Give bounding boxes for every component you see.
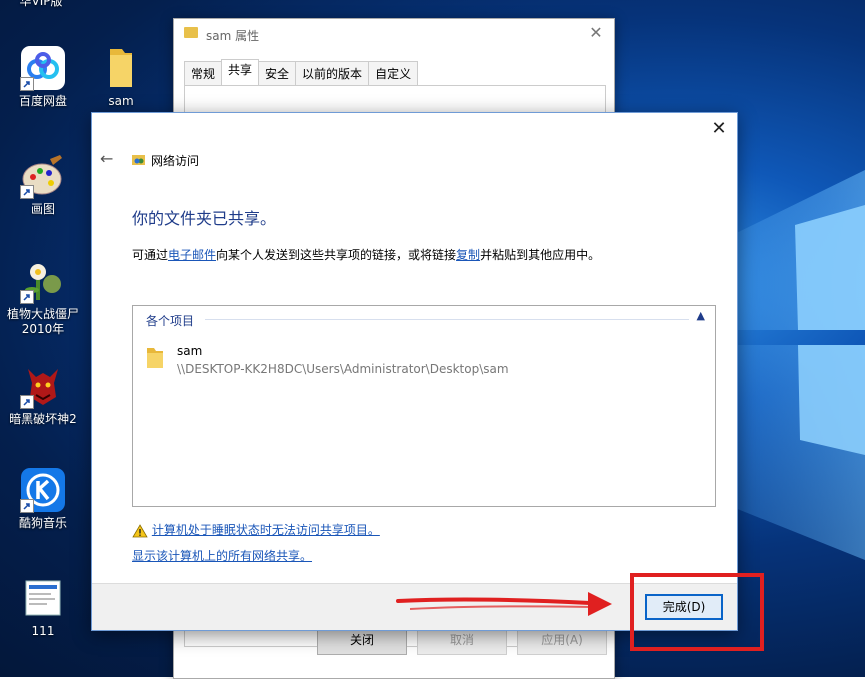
desktop-icon-paint[interactable]: 画图 — [2, 153, 84, 217]
shared-item-path: \\DESKTOP-KK2H8DC\Users\Administrator\De… — [177, 362, 509, 376]
show-all-shares-link[interactable]: 显示该计算机上的所有网络共享。 — [132, 547, 312, 564]
tab-previous-versions[interactable]: 以前的版本 — [295, 61, 370, 85]
sleep-warning: 计算机处于睡眠状态时无法访问共享项目。 — [132, 521, 380, 538]
shared-item-name[interactable]: sam — [177, 344, 202, 358]
desc-text: 可通过 — [132, 248, 169, 262]
kugou-icon — [20, 467, 66, 513]
sleep-warning-link[interactable]: 计算机处于睡眠状态时无法访问共享项目。 — [152, 523, 380, 537]
dialog-nav-title: 网络访问 — [151, 154, 200, 168]
desktop-icon-sam-folder[interactable]: sam — [80, 45, 162, 109]
warning-icon — [132, 523, 148, 538]
desktop-icon-label: 百度网盘 — [18, 94, 67, 108]
desktop-icon-label: 酷狗音乐 — [18, 516, 67, 530]
folder-icon — [184, 27, 198, 38]
group-header: 各个项目 — [146, 314, 195, 328]
folder-icon — [98, 45, 144, 91]
paint-icon — [20, 153, 66, 199]
diablo-icon — [20, 363, 66, 409]
desktop-icon-baidu-netdisk[interactable]: 百度网盘 — [2, 45, 84, 109]
desktop-icon-label: 111 — [31, 624, 55, 638]
properties-titlebar[interactable]: sam 属性 ✕ — [174, 19, 614, 49]
desktop-icon-label: 画图 — [30, 202, 55, 216]
chevron-up-icon[interactable]: ▲ — [697, 309, 705, 322]
desktop-icon-kugou[interactable]: 酷狗音乐 — [2, 467, 84, 531]
file-icon — [20, 575, 66, 621]
dialog-footer: 完成(D) — [92, 583, 737, 630]
shortcut-arrow-icon — [20, 290, 34, 304]
desktop-icon-diablo[interactable]: 暗黑破坏神2 — [2, 363, 84, 427]
done-button[interactable]: 完成(D) — [645, 594, 723, 620]
desktop-icon-plants-vs-zombies[interactable]: 植物大战僵尸2010年 — [2, 258, 84, 337]
properties-title: sam 属性 — [206, 29, 260, 43]
back-arrow-icon[interactable]: ← — [100, 149, 113, 168]
network-folder-icon — [132, 153, 146, 167]
page-title: 你的文件夹已共享。 — [132, 209, 277, 228]
shortcut-arrow-icon — [20, 499, 34, 513]
tab-sharing[interactable]: 共享 — [221, 59, 260, 87]
shortcut-arrow-icon — [20, 77, 34, 91]
share-description: 可通过电子邮件向某个人发送到这些共享项的链接，或将链接复制并粘贴到其他应用中。 — [132, 246, 600, 263]
group-divider — [205, 319, 689, 320]
tab-security[interactable]: 安全 — [258, 61, 297, 85]
desktop-top-label: 华VIP版 — [19, 0, 63, 8]
desktop-icon-label: sam — [108, 94, 134, 108]
shortcut-arrow-icon — [20, 395, 34, 409]
properties-tabs: 常规 共享 安全 以前的版本 自定义 — [184, 59, 419, 87]
shared-items-list[interactable]: 各个项目 ▲ sam \\DESKTOP-KK2H8DC\Users\Admin… — [132, 305, 716, 507]
email-link[interactable]: 电子邮件 — [168, 248, 216, 262]
desktop-icon-label: 植物大战僵尸2010年 — [6, 307, 79, 336]
folder-icon — [145, 346, 165, 370]
tab-general[interactable]: 常规 — [184, 61, 223, 85]
baidu-netdisk-icon — [20, 45, 66, 91]
close-icon[interactable]: ✕ — [586, 23, 606, 43]
tab-customize[interactable]: 自定义 — [368, 61, 419, 85]
close-icon[interactable]: ✕ — [709, 119, 729, 139]
desktop-icon-111[interactable]: 111 — [2, 575, 84, 639]
desktop-icon-label: 暗黑破坏神2 — [9, 412, 77, 426]
network-access-dialog: ✕ ← 网络访问 你的文件夹已共享。 可通过电子邮件向某个人发送到这些共享项的链… — [91, 112, 738, 631]
desc-text: 向某个人发送到这些共享项的链接，或将链接 — [216, 248, 457, 262]
shortcut-arrow-icon — [20, 185, 34, 199]
plants-vs-zombies-icon — [20, 258, 66, 304]
desc-text: 并粘贴到其他应用中。 — [480, 248, 601, 262]
copy-link[interactable]: 复制 — [456, 248, 480, 262]
